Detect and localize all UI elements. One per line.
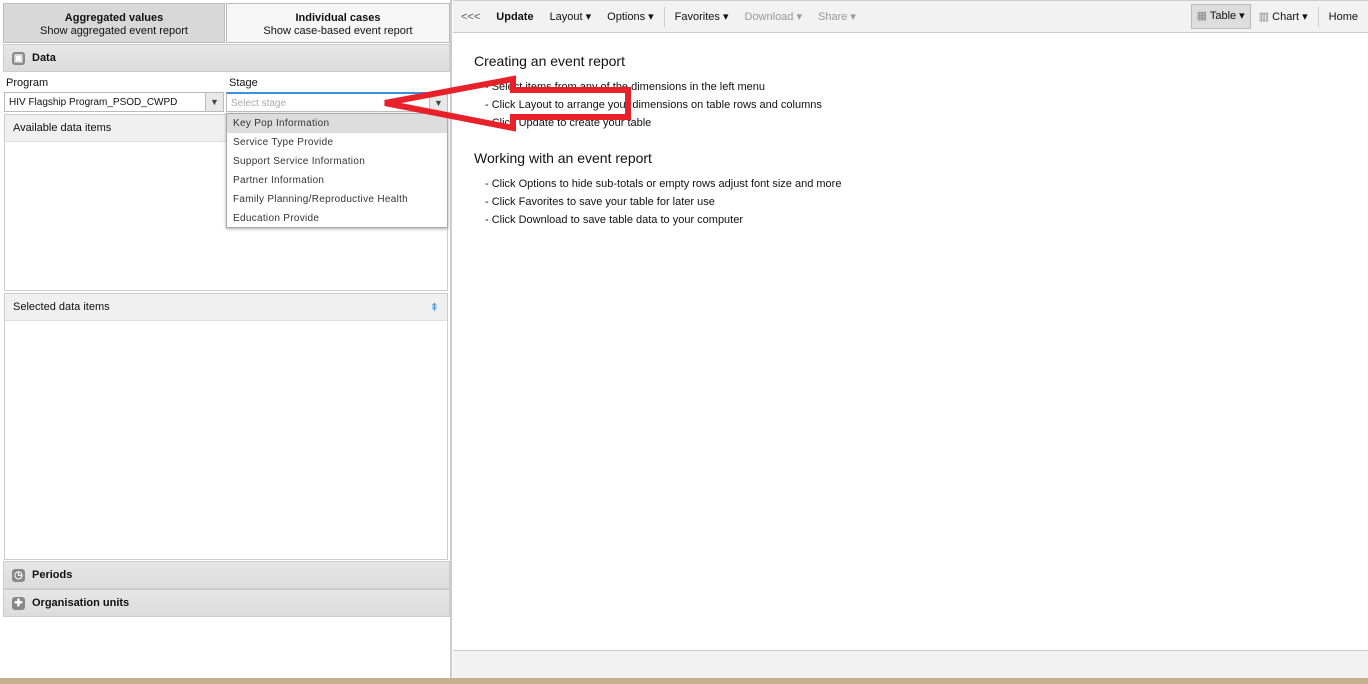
red-arrow-icon [384, 75, 631, 132]
annotation-arrow [384, 75, 631, 132]
